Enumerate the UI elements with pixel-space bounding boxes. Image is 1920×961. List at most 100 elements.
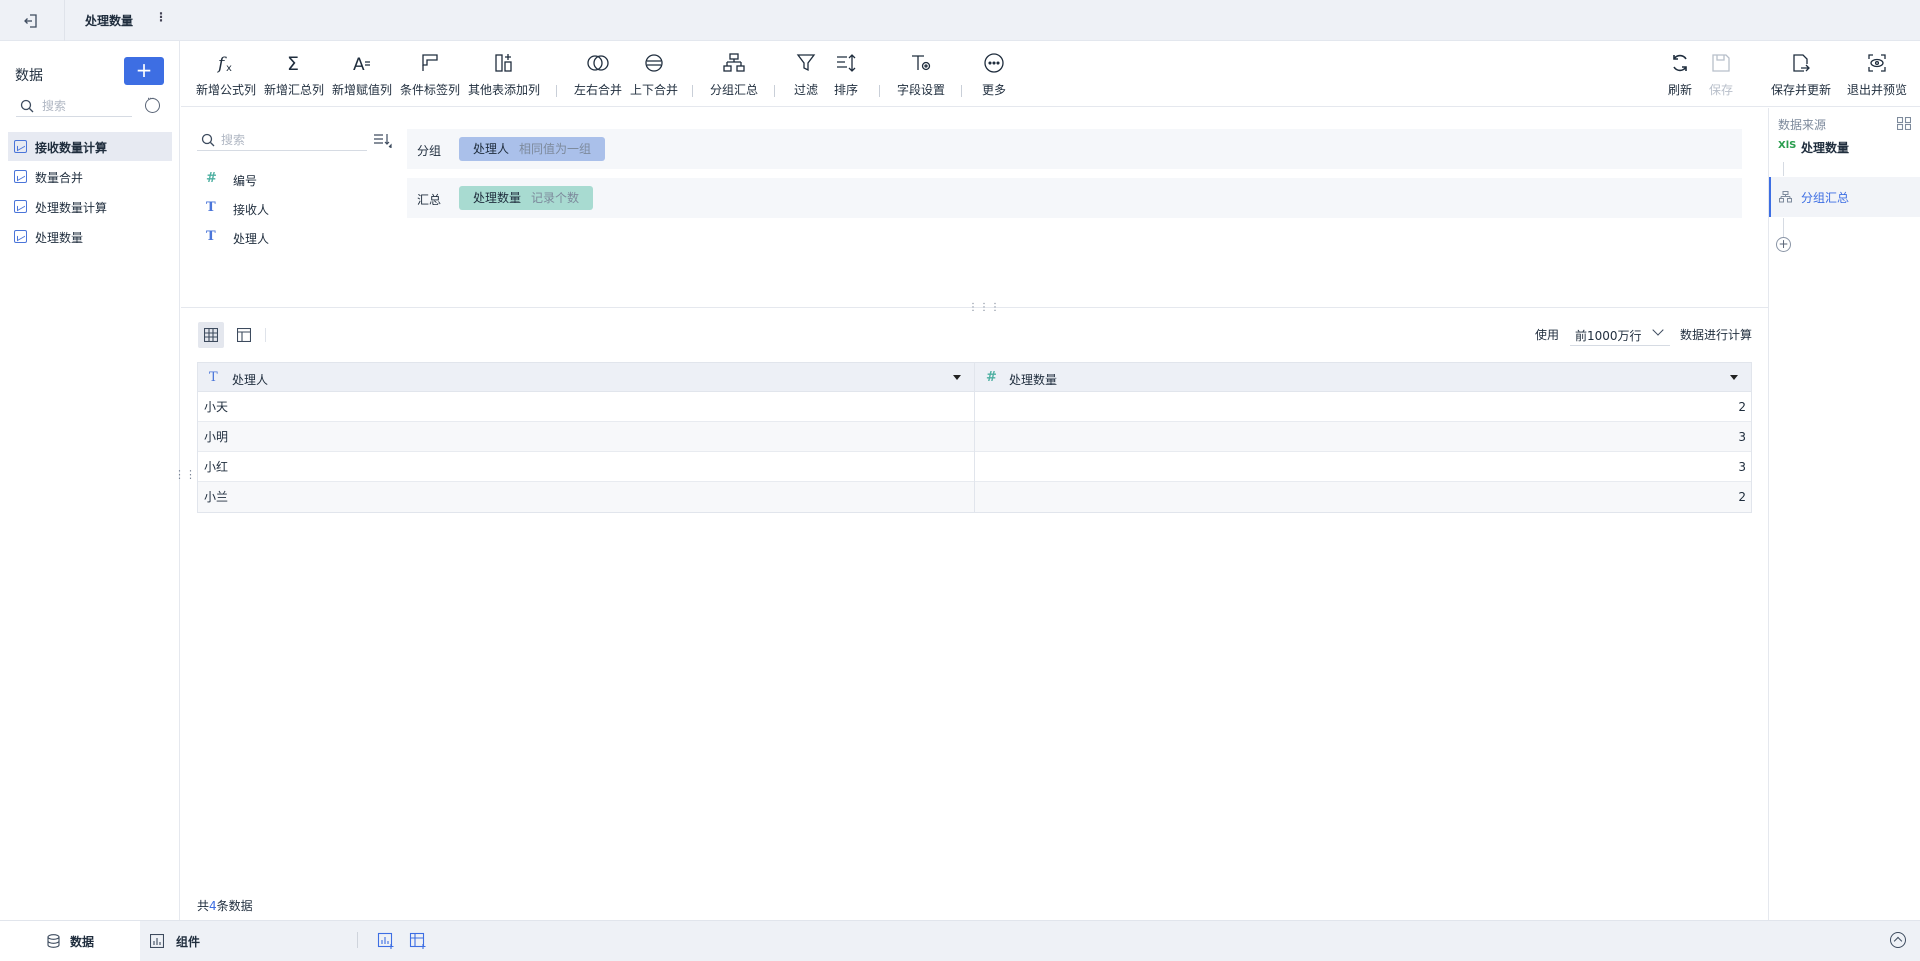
top-bar: 处理数量 ⋮ (0, 0, 1920, 41)
table-list-item[interactable]: 处理数量计算 (8, 192, 172, 221)
sidebar-search-input[interactable] (42, 97, 128, 115)
resize-handle-icon[interactable]: ⋮⋮⋮ (968, 302, 1000, 313)
data-sidebar: 数据 + 接收数量计算数量合并处理数量计算处理数量 (0, 41, 180, 920)
add-dashboard-icon[interactable] (409, 932, 427, 950)
layout-toggle-icon[interactable] (1897, 117, 1911, 130)
add-data-button[interactable]: + (124, 57, 164, 85)
assign-icon: A (353, 55, 370, 75)
step-label: 分组汇总 (1801, 191, 1850, 205)
add-chart-icon[interactable] (377, 932, 395, 950)
toolbar-separator (774, 85, 775, 97)
sidebar-resize-handle-icon[interactable]: ⋮⋮ (174, 469, 196, 490)
group-summary-icon (1779, 191, 1792, 203)
column-header-count[interactable]: # 处理数量 (975, 363, 1751, 392)
column-header-handler[interactable]: T 处理人 (198, 363, 975, 392)
exit-icon[interactable] (22, 12, 40, 30)
add-assign-column-button[interactable]: A 新增赋值列 (330, 51, 394, 101)
record-count: 共4条数据 (197, 897, 253, 914)
filter-button[interactable]: 过滤 (789, 51, 823, 101)
column-menu-icon[interactable] (1730, 375, 1738, 380)
step-connector (1783, 218, 1784, 238)
exit-and-preview-button[interactable]: 退出并预览 (1846, 51, 1908, 101)
table-list-item[interactable]: 处理数量 (8, 222, 172, 251)
group-field-chip[interactable]: 处理人 相同值为一组 (459, 137, 606, 161)
table-header: T 处理人 # 处理数量 (198, 363, 1751, 392)
table-cell[interactable]: 小红 (198, 452, 975, 482)
field-settings-button[interactable]: 字段设置 (894, 51, 948, 101)
preview-table: T 处理人 # 处理数量 小天 2 小明 3 小红 3 小兰 2 (197, 362, 1752, 513)
toolbar-label: 左右合并 (573, 83, 622, 97)
sidebar-title: 数据 (15, 68, 43, 84)
toolbar-separator (692, 85, 693, 97)
sort-button[interactable]: 排序 (829, 51, 863, 101)
table-list-item[interactable]: 接收数量计算 (8, 132, 172, 161)
refresh-button[interactable]: 刷新 (1662, 51, 1698, 101)
more-button[interactable]: 更多 (976, 51, 1012, 101)
tab-label: 数据 (70, 935, 95, 949)
bottom-separator (357, 932, 358, 948)
add-column-from-other-table-button[interactable]: 其他表添加列 (466, 51, 542, 101)
group-caption: 分组 (417, 144, 442, 158)
toolbar-label: 排序 (833, 83, 858, 97)
table-cell[interactable]: 2 (975, 482, 1751, 512)
vertical-merge-button[interactable]: 上下合并 (628, 51, 680, 101)
horizontal-merge-button[interactable]: 左右合并 (572, 51, 624, 101)
tab-data[interactable]: 数据 (0, 921, 140, 961)
add-step-button[interactable]: + (1776, 237, 1791, 252)
column-menu-icon[interactable] (953, 375, 961, 380)
save-button[interactable]: 保存 (1703, 51, 1739, 101)
step-group-summary[interactable]: 分组汇总 (1769, 177, 1920, 217)
table-view-icon (237, 328, 251, 342)
grid-view-button[interactable] (198, 322, 224, 348)
group-field-name: 处理人 (473, 142, 510, 156)
table-view-button[interactable] (231, 322, 257, 348)
table-row: 小明 3 (198, 422, 1751, 452)
field-search-input[interactable] (221, 131, 361, 149)
row-limit-select[interactable]: 前1000万行 (1570, 324, 1670, 346)
step-panel-caption: 数据来源 (1778, 118, 1827, 132)
table-icon (14, 170, 27, 183)
refresh-icon (1673, 54, 1687, 72)
save-update-icon (1793, 54, 1810, 72)
table-list-label: 处理数量 (35, 231, 84, 245)
summary-field-chip[interactable]: 处理数量 记录个数 (459, 186, 594, 210)
toolbar-label: 刷新 (1667, 83, 1692, 97)
table-cell[interactable]: 3 (975, 452, 1751, 482)
toolbar-label: 过滤 (793, 83, 818, 97)
table-icon (14, 140, 27, 153)
toolbar-label: 退出并预览 (1846, 83, 1907, 97)
more-options-icon[interactable] (145, 94, 160, 113)
collapse-icon[interactable] (1890, 932, 1906, 948)
save-and-update-button[interactable]: 保存并更新 (1770, 51, 1832, 101)
filter-icon (796, 54, 816, 72)
table-list-label: 接收数量计算 (35, 141, 108, 155)
table-cell[interactable]: 小兰 (198, 482, 975, 512)
row-limit-value: 前1000万行 (1575, 329, 1642, 343)
toolbar-label: 新增公式列 (195, 83, 256, 97)
number-type-icon: # (986, 370, 997, 385)
table-icon (14, 230, 27, 243)
tab-components[interactable]: 组件 (140, 921, 350, 961)
field-sort-icon[interactable] (373, 133, 393, 149)
table-cell[interactable]: 3 (975, 422, 1751, 452)
toolbar-separator (961, 85, 962, 97)
table-list-label: 处理数量计算 (35, 201, 108, 215)
table-row: 小红 3 (198, 452, 1751, 482)
table-cell[interactable]: 小明 (198, 422, 975, 452)
vertical-merge-icon (645, 54, 663, 72)
summary-config-row: 汇总 处理数量 记录个数 (407, 178, 1742, 218)
kebab-menu-icon[interactable]: ⋮ (155, 10, 167, 30)
topbar-divider (64, 0, 65, 41)
record-count-prefix: 共 (197, 899, 210, 913)
table-list-item[interactable]: 数量合并 (8, 162, 172, 191)
add-formula-column-button[interactable]: fx 新增公式列 (194, 51, 258, 101)
tab-label: 组件 (176, 935, 201, 949)
grid-view-icon (204, 328, 218, 342)
add-summary-column-button[interactable]: Σ 新增汇总列 (262, 51, 326, 101)
table-cell[interactable]: 小天 (198, 392, 975, 422)
column-label: 处理人 (232, 373, 269, 387)
condition-tag-column-button[interactable]: 条件标签列 (398, 51, 462, 101)
sigma-icon: Σ (287, 53, 299, 75)
table-cell[interactable]: 2 (975, 392, 1751, 422)
group-summary-button[interactable]: 分组汇总 (707, 51, 761, 101)
